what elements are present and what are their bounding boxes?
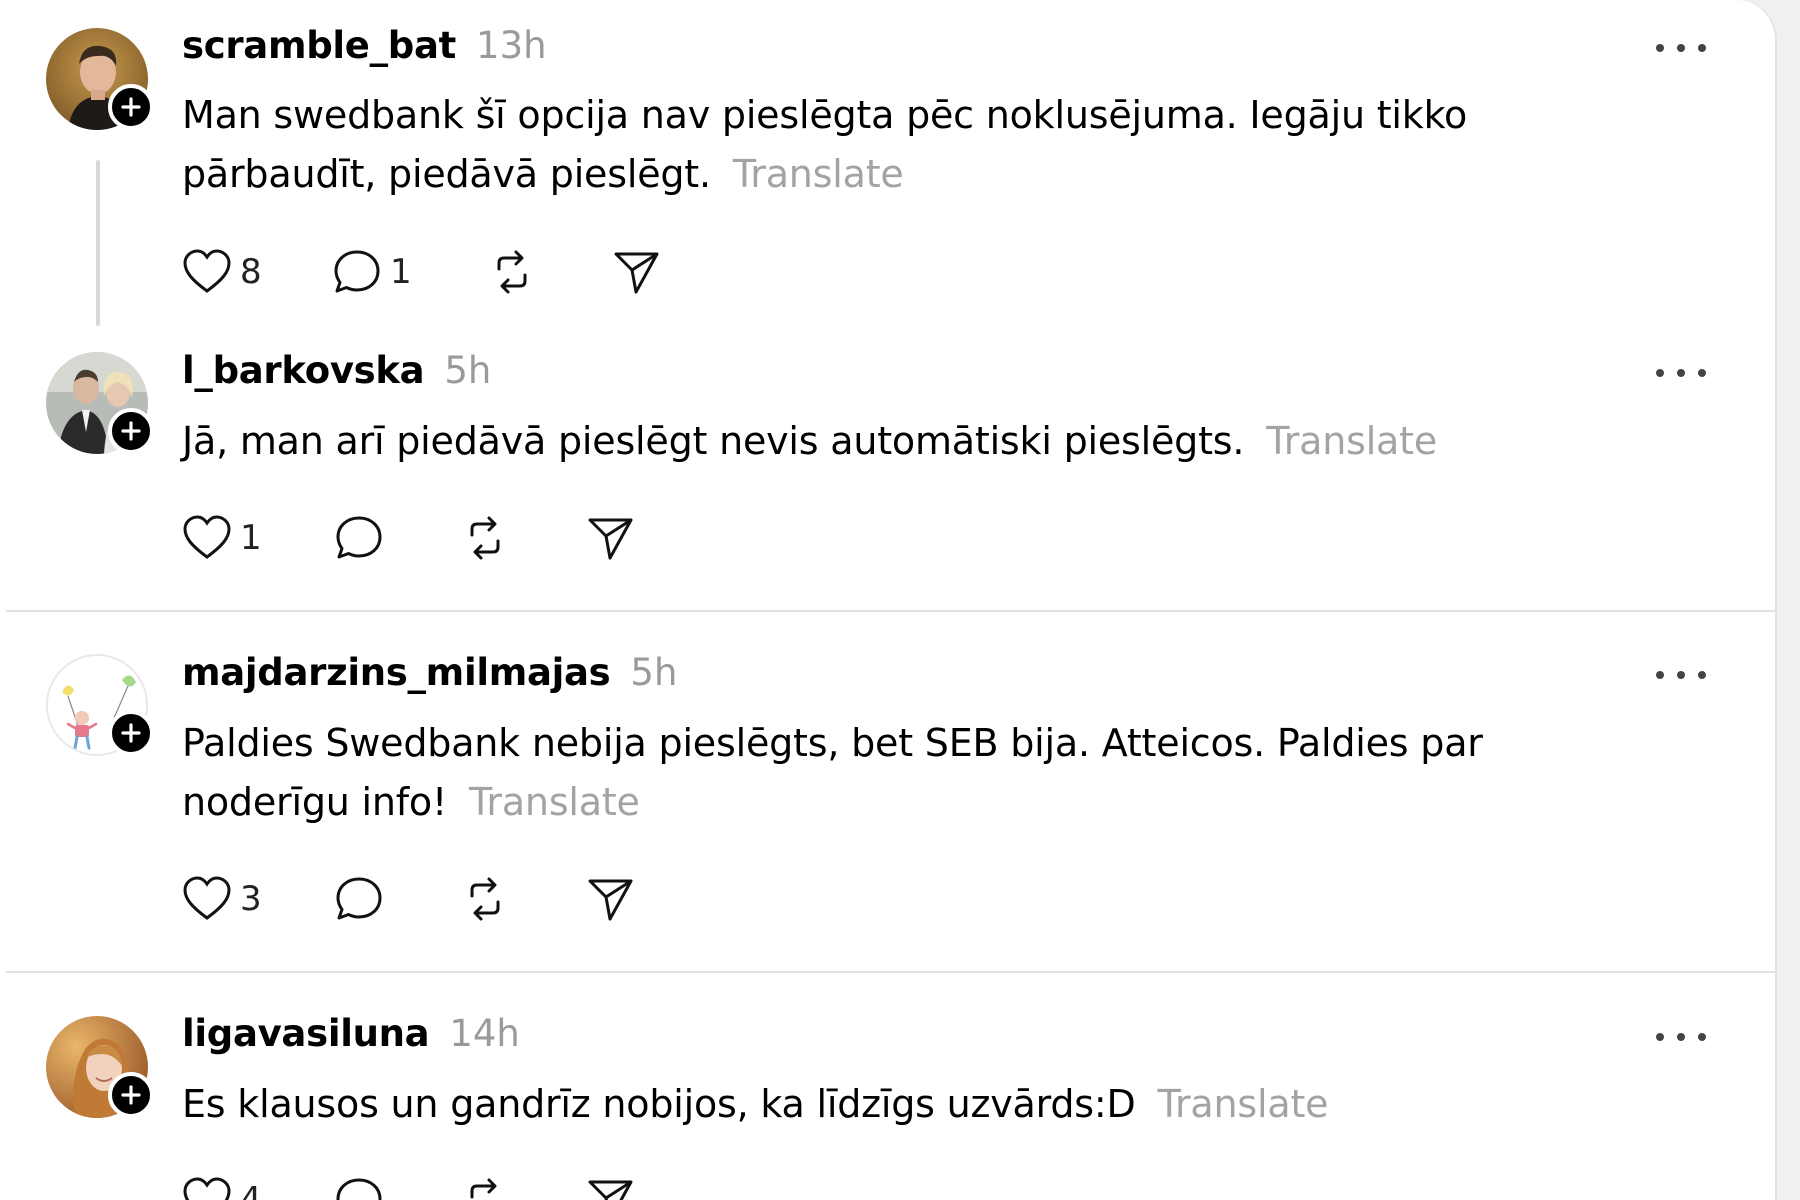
repost-icon — [470, 1178, 497, 1199]
follow-button[interactable] — [108, 84, 154, 130]
send-icon — [614, 252, 659, 294]
repost-icon — [470, 877, 500, 921]
repost-button[interactable] — [460, 873, 510, 925]
repost-button[interactable] — [460, 512, 510, 564]
translate-link[interactable]: Translate — [1266, 419, 1437, 463]
replies-feed: scramble_bat 13h Man swedbank šī opcija … — [0, 0, 1777, 1200]
action-bar: 3 — [182, 873, 682, 925]
heart-icon — [183, 249, 231, 293]
divider — [6, 610, 1775, 612]
like-count: 4 — [240, 1180, 262, 1200]
timestamp[interactable]: 5h — [444, 349, 491, 392]
follow-button[interactable] — [108, 1072, 154, 1118]
reply-count: 1 — [390, 252, 412, 292]
post-header: scramble_bat 13h — [182, 24, 547, 74]
more-options-icon[interactable] — [1656, 358, 1706, 388]
reply-button[interactable] — [334, 873, 384, 925]
more-options-icon[interactable] — [1656, 660, 1706, 690]
post-text: Jā, man arī piedāvā pieslēgt nevis autom… — [182, 412, 1662, 471]
action-bar: 8 1 — [182, 246, 682, 298]
plus-icon — [121, 97, 141, 117]
thread-line — [96, 160, 100, 326]
like-count: 8 — [240, 252, 262, 292]
action-bar: 1 — [182, 512, 682, 564]
post-header: ligavasiluna 14h — [182, 1012, 520, 1062]
reply-button[interactable] — [334, 512, 384, 564]
send-icon — [588, 518, 633, 560]
heart-icon — [183, 1177, 231, 1200]
username[interactable]: majdarzins_milmajas — [182, 651, 611, 694]
repost-icon — [470, 516, 500, 560]
share-button[interactable] — [586, 1174, 636, 1200]
like-button[interactable]: 1 — [182, 512, 262, 564]
like-count: 1 — [240, 518, 262, 558]
plus-icon — [121, 1085, 141, 1105]
timestamp[interactable]: 13h — [476, 24, 547, 67]
like-button[interactable]: 3 — [182, 873, 262, 925]
timestamp[interactable]: 14h — [449, 1012, 520, 1055]
post-text: Paldies Swedbank nebija pieslēgts, bet S… — [182, 714, 1662, 832]
share-button[interactable] — [612, 246, 662, 298]
post-header: majdarzins_milmajas 5h — [182, 651, 677, 701]
like-count: 3 — [240, 879, 262, 919]
share-button[interactable] — [586, 512, 636, 564]
post-text: Es klausos un gandrīz nobijos, ka līdzīg… — [182, 1075, 1662, 1134]
send-icon — [588, 879, 633, 921]
action-bar: 4 — [182, 1174, 682, 1200]
translate-link[interactable]: Translate — [1158, 1082, 1329, 1126]
reply-button[interactable]: 1 — [332, 246, 412, 298]
avatar[interactable] — [46, 28, 154, 130]
username[interactable]: scramble_bat — [182, 24, 456, 67]
repost-button[interactable] — [460, 1174, 510, 1200]
comment-icon — [334, 250, 380, 293]
avatar[interactable] — [46, 352, 154, 454]
heart-icon — [183, 876, 231, 920]
translate-link[interactable]: Translate — [469, 780, 640, 824]
comment-icon — [336, 516, 382, 559]
like-button[interactable]: 8 — [182, 246, 262, 298]
username[interactable]: l_barkovska — [182, 349, 425, 392]
follow-button[interactable] — [108, 408, 154, 454]
timestamp[interactable]: 5h — [630, 651, 677, 694]
post-text-content: Es klausos un gandrīz nobijos, ka līdzīg… — [182, 1082, 1136, 1126]
comment-icon — [336, 877, 382, 920]
post-header: l_barkovska 5h — [182, 349, 491, 399]
reply-button[interactable] — [334, 1174, 384, 1200]
send-icon — [588, 1180, 633, 1200]
repost-icon — [497, 250, 527, 294]
more-options-icon[interactable] — [1656, 1022, 1706, 1052]
avatar[interactable] — [46, 1016, 154, 1118]
avatar[interactable] — [46, 654, 154, 756]
plus-icon — [121, 723, 141, 743]
heart-icon — [183, 515, 231, 559]
username[interactable]: ligavasiluna — [182, 1012, 430, 1055]
comment-icon — [336, 1178, 382, 1200]
post-text-content: Paldies Swedbank nebija pieslēgts, bet S… — [182, 721, 1483, 824]
post-text-content: Jā, man arī piedāvā pieslēgt nevis autom… — [182, 419, 1245, 463]
like-button[interactable]: 4 — [182, 1174, 262, 1200]
translate-link[interactable]: Translate — [733, 152, 904, 196]
post-text: Man swedbank šī opcija nav pieslēgta pēc… — [182, 86, 1662, 204]
more-options-icon[interactable] — [1656, 33, 1706, 63]
share-button[interactable] — [586, 873, 636, 925]
divider — [6, 971, 1775, 973]
follow-button[interactable] — [108, 710, 154, 756]
repost-button[interactable] — [487, 246, 537, 298]
plus-icon — [121, 421, 141, 441]
